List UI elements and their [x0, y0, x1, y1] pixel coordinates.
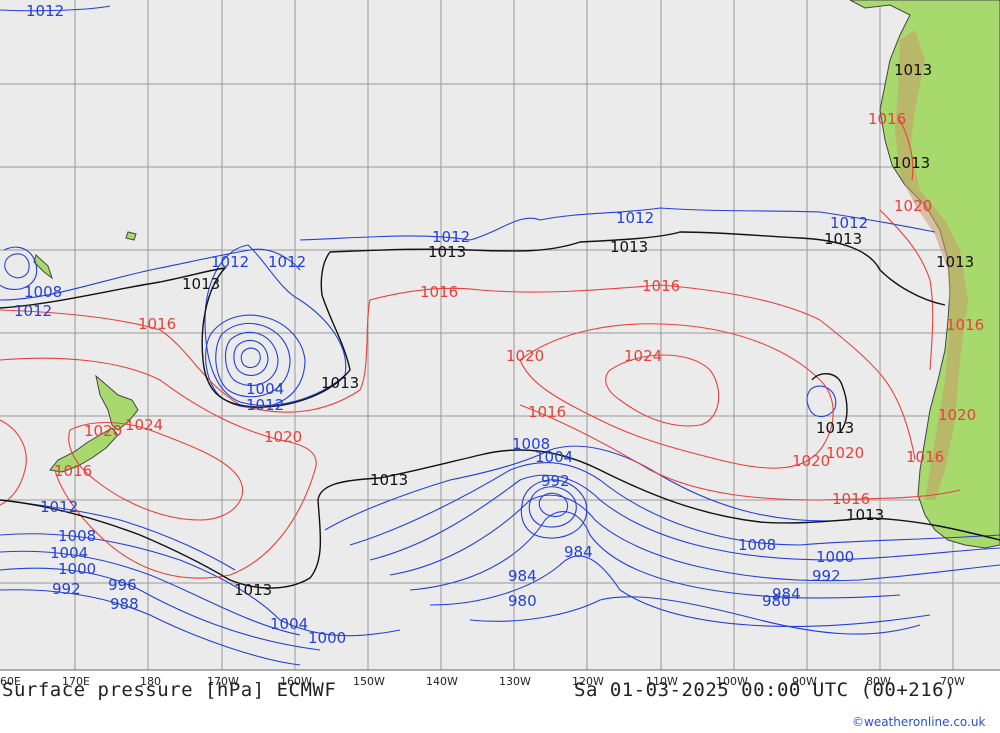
isobar-label: 1020: [84, 422, 122, 440]
isobar-label: 992: [541, 472, 570, 490]
isobar-label: 1013: [370, 471, 408, 489]
isobar-label: 1024: [125, 416, 163, 434]
isobar-label: 980: [508, 592, 537, 610]
isobar-label: 1016: [906, 448, 944, 466]
isobar-label: 1012: [246, 396, 284, 414]
isobar-label: 1016: [138, 315, 176, 333]
isobar-label: 1013: [846, 506, 884, 524]
isobar-label: 1012: [14, 302, 52, 320]
isobar-label: 992: [52, 580, 81, 598]
isobar-label: 1020: [506, 347, 544, 365]
isobar-label: 1012: [26, 2, 64, 20]
isobar-label: 1016: [868, 110, 906, 128]
isobar-label: 1008: [738, 536, 776, 554]
isobar-label: 1020: [792, 452, 830, 470]
isobar-label: 1020: [938, 406, 976, 424]
isobar-label: 1013: [892, 154, 930, 172]
isobar-label: 1013: [182, 275, 220, 293]
isobar-label: 1016: [528, 403, 566, 421]
isobar-label: 1013: [234, 581, 272, 599]
isobar-label: 1012: [268, 253, 306, 271]
isobar-label: 1013: [936, 253, 974, 271]
isobar-label: 1016: [420, 283, 458, 301]
isobar-label: 996: [108, 576, 137, 594]
isobar-label: 1024: [624, 347, 662, 365]
isobar-label: 988: [110, 595, 139, 613]
isobar-label: 984: [564, 543, 593, 561]
credit-link[interactable]: ©weatheronline.co.uk: [852, 715, 985, 729]
isobar-label: 1004: [535, 448, 573, 466]
isobar-label: 1013: [894, 61, 932, 79]
map-title: Surface pressure [hPa] ECMWF: [2, 679, 336, 701]
isobar-label: 1012: [40, 498, 78, 516]
small-island: [125, 231, 137, 241]
isobar-label: 1020: [826, 444, 864, 462]
isobar-label: 1008: [58, 527, 96, 545]
isobar-label: 1013: [824, 230, 862, 248]
isobar-label: 1000: [816, 548, 854, 566]
isobar-label: 1000: [58, 560, 96, 578]
forecast-datetime: Sa 01-03-2025 00:00 UTC (00+216): [574, 679, 956, 701]
isobar-label: 1016: [54, 462, 92, 480]
isobar-label: 1013: [816, 419, 854, 437]
isobar-label: 984: [508, 567, 537, 585]
pressure-map: 1012 1012 1012 1012 1012 1008 1012 1004 …: [0, 0, 1000, 733]
isobar-label: 1016: [946, 316, 984, 334]
isobar-label: 1013: [428, 243, 466, 261]
lon-tick: 130W: [499, 675, 531, 688]
isobar-label: 1020: [264, 428, 302, 446]
isobar-label: 1012: [616, 209, 654, 227]
isobar-label: 980: [762, 592, 791, 610]
lon-tick: 150W: [353, 675, 385, 688]
isobar-label: 1012: [211, 253, 249, 271]
isobar-label: 1020: [894, 197, 932, 215]
lon-tick: 140W: [426, 675, 458, 688]
isobar-label: 1013: [321, 374, 359, 392]
isobar-label: 992: [812, 567, 841, 585]
map-panel: 1012 1012 1012 1012 1012 1008 1012 1004 …: [0, 0, 1000, 733]
isobar-label: 1008: [24, 283, 62, 301]
isobar-label: 1016: [642, 277, 680, 295]
isobar-label: 1000: [308, 629, 346, 647]
isobar-label: 1013: [610, 238, 648, 256]
isobar-label: 1004: [270, 615, 308, 633]
